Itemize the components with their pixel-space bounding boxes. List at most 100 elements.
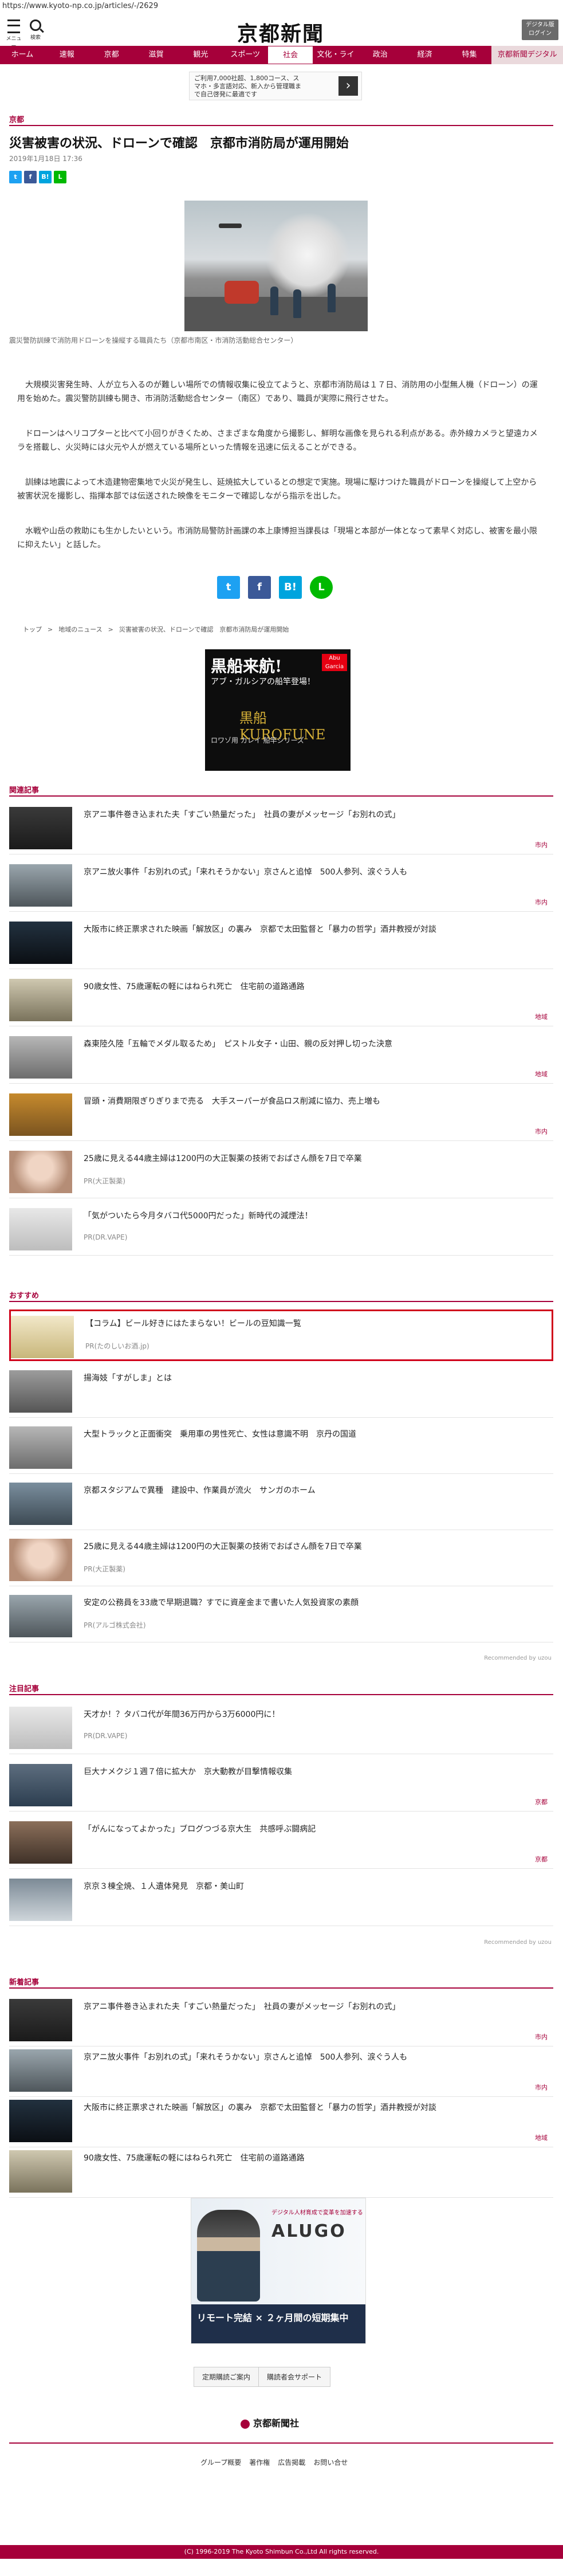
article-link-title[interactable]: 安定の公務員を33歳で早期退職？すでに資産金まで書いた人気投資家の素顔 (84, 1597, 542, 1609)
article-link-title[interactable]: 森東陸久陸「五輪でメダル取るため」 ピストル女子・山田、親の反対押し切った決意 (84, 1038, 542, 1050)
nav-item[interactable]: 文化・ライフ (313, 46, 358, 77)
footer-link[interactable]: グループ概要 (200, 2457, 241, 2467)
article-link-title[interactable]: 90歳女性、75歳運転の軽にはねられ死亡 住宅前の道路通路 (84, 2152, 542, 2164)
article-link-title[interactable]: 京京３棟全焼、１人遺体発見 京都・美山町 (84, 1881, 542, 1892)
nav-item[interactable]: スポーツ (223, 46, 267, 64)
article-thumbnail[interactable] (9, 2049, 72, 2092)
list-item[interactable]: 京アニ事件巻き込まれた夫「すごい熱量だった」 社員の妻がメッセージ「お別れの式」… (9, 802, 553, 854)
category-tag[interactable]: 地域 (535, 1069, 548, 1079)
list-item[interactable]: 「がんになってよかった」ブログつづる京大生 共感呼ぶ闘病記京都 (9, 1817, 553, 1869)
footer-link[interactable]: お問い合せ (313, 2457, 348, 2467)
list-item[interactable]: 【コラム】ビール好きにはたまらない！ビールの豆知識一覧 PR(たのしいお酒.jp) (9, 1309, 553, 1361)
support-button[interactable]: 購読者会サポート (259, 2367, 330, 2386)
article-thumbnail[interactable] (9, 1093, 72, 1136)
nav-item[interactable]: 京都新聞デジタル (491, 46, 563, 64)
subscription-button[interactable]: 定期購読ご案内 (194, 2367, 259, 2386)
article-link-title[interactable]: 天才か！？タバコ代が年間36万円から3万6000円に！ (84, 1709, 542, 1720)
nav-item[interactable]: 滋賀 (134, 46, 179, 64)
article-thumbnail[interactable] (9, 1595, 72, 1637)
article-thumbnail[interactable] (9, 864, 72, 907)
nav-item[interactable]: 観光 (178, 46, 223, 64)
article-link-title[interactable]: 揚海妓「すがしま」とは (84, 1373, 542, 1384)
article-thumbnail[interactable] (9, 1707, 72, 1749)
promo-arrow-icon[interactable]: › (338, 76, 358, 96)
article-thumbnail[interactable] (9, 2150, 72, 2193)
article-thumbnail[interactable] (9, 979, 72, 1021)
address-bar[interactable]: https://www.kyoto-np.co.jp/articles/-/26… (0, 0, 563, 13)
article-link-title[interactable]: 大阪市に終正票求された映画「解放区」の裏み 京都で太田監督と「暴力の哲学」酒井教… (84, 924, 542, 935)
article-thumbnail[interactable] (9, 1483, 72, 1525)
article-link-title[interactable]: 大型トラックと正面衝突 乗用車の男性死亡、女性は意識不明 京丹の国道 (84, 1429, 542, 1440)
list-item[interactable]: 「気がついたら今月タバコ代5000円だった」新時代の減煙法！ PR(DR.VAPE… (9, 1203, 553, 1256)
article-thumbnail[interactable] (11, 1316, 74, 1358)
article-link-title[interactable]: 90歳女性、75歳運転の軽にはねられ死亡 住宅前の道路通路 (84, 981, 542, 993)
article-link-title[interactable]: 京アニ放火事件「お別れの式」「来れそうかない」京さんと追悼 500人参列、涙ぐう… (84, 2052, 542, 2063)
ad-banner-top[interactable]: 黒船来航! Abu Garcia アブ・ガルシアの船竿登場！ 黒船 KUROFU… (205, 649, 351, 771)
category-tag[interactable]: 市内 (535, 897, 548, 907)
article-link-title[interactable]: 京アニ事件巻き込まれた夫「すごい熱量だった」 社員の妻がメッセージ「お別れの式」 (84, 2001, 542, 2013)
category-tag[interactable]: 市内 (535, 1127, 548, 1136)
nav-item[interactable]: 政治 (358, 46, 403, 64)
article-thumbnail[interactable] (9, 2100, 72, 2142)
article-thumbnail[interactable] (9, 1208, 72, 1250)
ad-banner-bottom[interactable]: デジタル人材育成で変革を加速する ALUGO リモート完結 × ２ヶ月間の短期集… (191, 2198, 366, 2344)
category-tag[interactable]: 市内 (535, 840, 548, 849)
nav-item[interactable]: ホーム (0, 46, 45, 64)
article-link-title[interactable]: 京アニ事件巻き込まれた夫「すごい熱量だった」 社員の妻がメッセージ「お別れの式」 (84, 809, 542, 821)
article-thumbnail[interactable] (9, 1539, 72, 1581)
facebook-icon[interactable]: f (24, 171, 37, 183)
list-item[interactable]: 京アニ事件巻き込まれた夫「すごい熱量だった」 社員の妻がメッセージ「お別れの式」… (9, 1994, 553, 2046)
article-thumbnail[interactable] (9, 1151, 72, 1193)
article-link-title[interactable]: 大阪市に終正票求された映画「解放区」の裏み 京都で太田監督と「暴力の哲学」酒井教… (84, 2102, 542, 2114)
list-item[interactable]: 25歳に見える44歳主婦は1200円の大正製薬の技術でおばさん顔を7日で卒業 PR… (9, 1146, 553, 1198)
list-item[interactable]: 天才か！？タバコ代が年間36万円から3万6000円に！ PR(DR.VAPE) (9, 1702, 553, 1754)
category-tag[interactable]: 地域 (535, 1012, 548, 1021)
list-item[interactable]: 大阪市に終正票求された映画「解放区」の裏み 京都で太田監督と「暴力の哲学」酒井教… (9, 2095, 553, 2147)
article-link-title[interactable]: 25歳に見える44歳主婦は1200円の大正製薬の技術でおばさん顔を7日で卒業 (84, 1153, 542, 1165)
nav-item[interactable]: 京都 (89, 46, 134, 64)
list-item[interactable]: 90歳女性、75歳運転の軽にはねられ死亡 住宅前の道路通路 (9, 2146, 553, 2198)
hatena-icon[interactable]: B! (39, 171, 52, 183)
article-photo[interactable] (184, 201, 368, 331)
article-link-title[interactable]: 京アニ放火事件「お別れの式」「来れそうかない」京さんと追悼 500人参列、涙ぐう… (84, 866, 542, 878)
article-link-title[interactable]: 冒頭・消費期限ぎりぎりまで売る 大手スーパーが食品ロス削減に協力、売上増も (84, 1096, 542, 1107)
article-thumbnail[interactable] (9, 1036, 72, 1079)
list-item[interactable]: 大型トラックと正面衝突 乗用車の男性死亡、女性は意識不明 京丹の国道 (9, 1422, 553, 1474)
article-thumbnail[interactable] (9, 1370, 72, 1413)
article-link-title[interactable]: 「気がついたら今月タバコ代5000円だった」新時代の減煙法！ (84, 1210, 542, 1222)
nav-item[interactable]: 特集 (447, 46, 492, 64)
breadcrumb-item[interactable]: 災害被害の状況、ドローンで確認 京都市消防局が運用開始 (119, 626, 289, 633)
site-logo[interactable]: 京都新聞 (223, 17, 338, 46)
nav-item[interactable]: 速報 (45, 46, 89, 64)
list-item[interactable]: 安定の公務員を33歳で早期退職？すでに資産金まで書いた人気投資家の素顔 PR(アル… (9, 1590, 553, 1642)
line-icon[interactable]: L (54, 171, 66, 183)
article-thumbnail[interactable] (9, 922, 72, 964)
category-tag[interactable]: 京都 (535, 1854, 548, 1864)
nav-item[interactable]: 経済 (403, 46, 447, 64)
promo-banner[interactable]: ご利用7,000社超、1,800コース、ス マホ・多言語対応、新入から管理職ま … (189, 72, 362, 100)
breadcrumb-item[interactable]: トップ (23, 626, 42, 633)
list-item[interactable]: 25歳に見える44歳主婦は1200円の大正製薬の技術でおばさん顔を7日で卒業 PR… (9, 1534, 553, 1586)
category-tag[interactable]: 地域 (535, 2133, 548, 2142)
nav-item[interactable]: 社会 (267, 46, 314, 64)
twitter-icon[interactable]: t (9, 171, 22, 183)
list-item[interactable]: 京アニ放火事件「お別れの式」「来れそうかない」京さんと追悼 500人参列、涙ぐう… (9, 2045, 553, 2097)
footer-link[interactable]: 広告掲載 (278, 2457, 305, 2467)
list-item[interactable]: 90歳女性、75歳運転の軽にはねられ死亡 住宅前の道路通路地域 (9, 974, 553, 1026)
footer-link[interactable]: 著作権 (249, 2457, 270, 2467)
line-share-button[interactable]: L (310, 576, 333, 599)
article-thumbnail[interactable] (9, 1879, 72, 1921)
article-thumbnail[interactable] (9, 1426, 72, 1469)
article-thumbnail[interactable] (9, 807, 72, 849)
article-thumbnail[interactable] (9, 1821, 72, 1864)
category-tag[interactable]: 京都 (535, 1797, 548, 1806)
list-item[interactable]: 京京３棟全焼、１人遺体発見 京都・美山町 (9, 1874, 553, 1926)
footer-logo[interactable]: 京都新聞社 (241, 2416, 299, 2429)
facebook-share-button[interactable]: f (248, 576, 271, 599)
article-link-title[interactable]: 「がんになってよかった」ブログつづる京大生 共感呼ぶ闘病記 (84, 1824, 542, 1835)
article-link-title[interactable]: 25歳に見える44歳主婦は1200円の大正製薬の技術でおばさん顔を7日で卒業 (84, 1541, 542, 1552)
list-item[interactable]: 京アニ放火事件「お別れの式」「来れそうかない」京さんと追悼 500人参列、涙ぐう… (9, 860, 553, 912)
list-item[interactable]: 森東陸久陸「五輪でメダル取るため」 ピストル女子・山田、親の反対押し切った決意地… (9, 1032, 553, 1084)
category-tag[interactable]: 市内 (535, 2083, 548, 2092)
list-item[interactable]: 京都スタジアムで異種 建設中、作業員が流火 サンガのホーム (9, 1478, 553, 1530)
